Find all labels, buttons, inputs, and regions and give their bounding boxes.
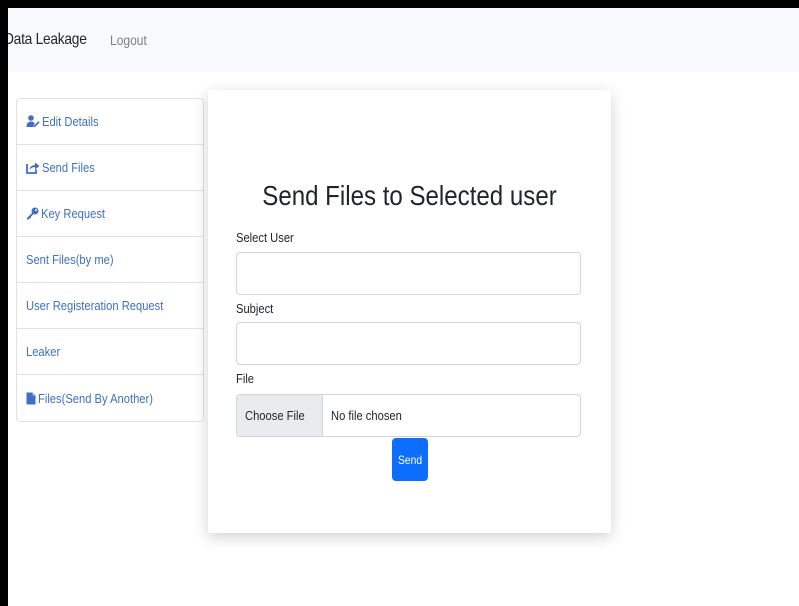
sidebar-item-label: User Registeration Request — [26, 298, 164, 313]
sidebar-item-key-request[interactable]: Key Request — [17, 191, 203, 237]
sidebar-item-leaker[interactable]: Leaker — [17, 329, 203, 375]
file-status: No file chosen — [323, 395, 413, 436]
user-edit-icon — [26, 115, 40, 128]
sidebar-item-sent-files[interactable]: Sent Files(by me) — [17, 237, 203, 283]
app-window: Data Leakage Logout Edit Details Send Fi… — [8, 8, 799, 606]
send-button[interactable]: Send — [392, 438, 428, 481]
sidebar-item-label: Files(Send By Another) — [38, 390, 153, 406]
page-title: Send Files to Selected user — [262, 180, 557, 211]
sidebar-item-send-files[interactable]: Send Files — [17, 145, 203, 191]
select-user-label: Select User — [236, 230, 294, 245]
file-status-text: No file chosen — [331, 408, 403, 423]
sidebar-item-label: Sent Files(by me) — [26, 252, 114, 267]
navbar: Data Leakage Logout — [8, 8, 799, 72]
logout-link[interactable]: Logout — [110, 32, 147, 48]
sidebar-item-user-registration-request[interactable]: User Registeration Request — [17, 283, 203, 329]
sidebar-item-label: Edit Details — [42, 114, 99, 129]
send-button-label: Send — [397, 452, 423, 467]
subject-input[interactable] — [236, 322, 581, 365]
sidebar-item-label: Key Request — [41, 206, 106, 221]
send-files-card: Send Files to Selected user Select User … — [208, 90, 611, 533]
sidebar-menu: Edit Details Send Files Key Request Sent… — [16, 98, 204, 422]
brand-link[interactable]: Data Leakage — [8, 31, 87, 49]
sidebar-item-label: Leaker — [26, 344, 61, 359]
select-user-input[interactable] — [236, 252, 581, 295]
file-icon — [26, 392, 36, 404]
sidebar-item-edit-details[interactable]: Edit Details — [17, 99, 203, 145]
choose-file-button[interactable]: Choose File — [237, 395, 324, 436]
subject-label: Subject — [236, 301, 274, 316]
file-label: File — [236, 371, 255, 386]
share-square-icon — [26, 162, 40, 174]
choose-file-label: Choose File — [245, 408, 305, 423]
sidebar-item-label: Send Files — [42, 160, 95, 175]
key-icon — [27, 207, 39, 220]
sidebar-item-files-send-by-another[interactable]: Files(Send By Another) — [17, 375, 203, 421]
file-input[interactable]: Choose File No file chosen — [236, 394, 581, 437]
